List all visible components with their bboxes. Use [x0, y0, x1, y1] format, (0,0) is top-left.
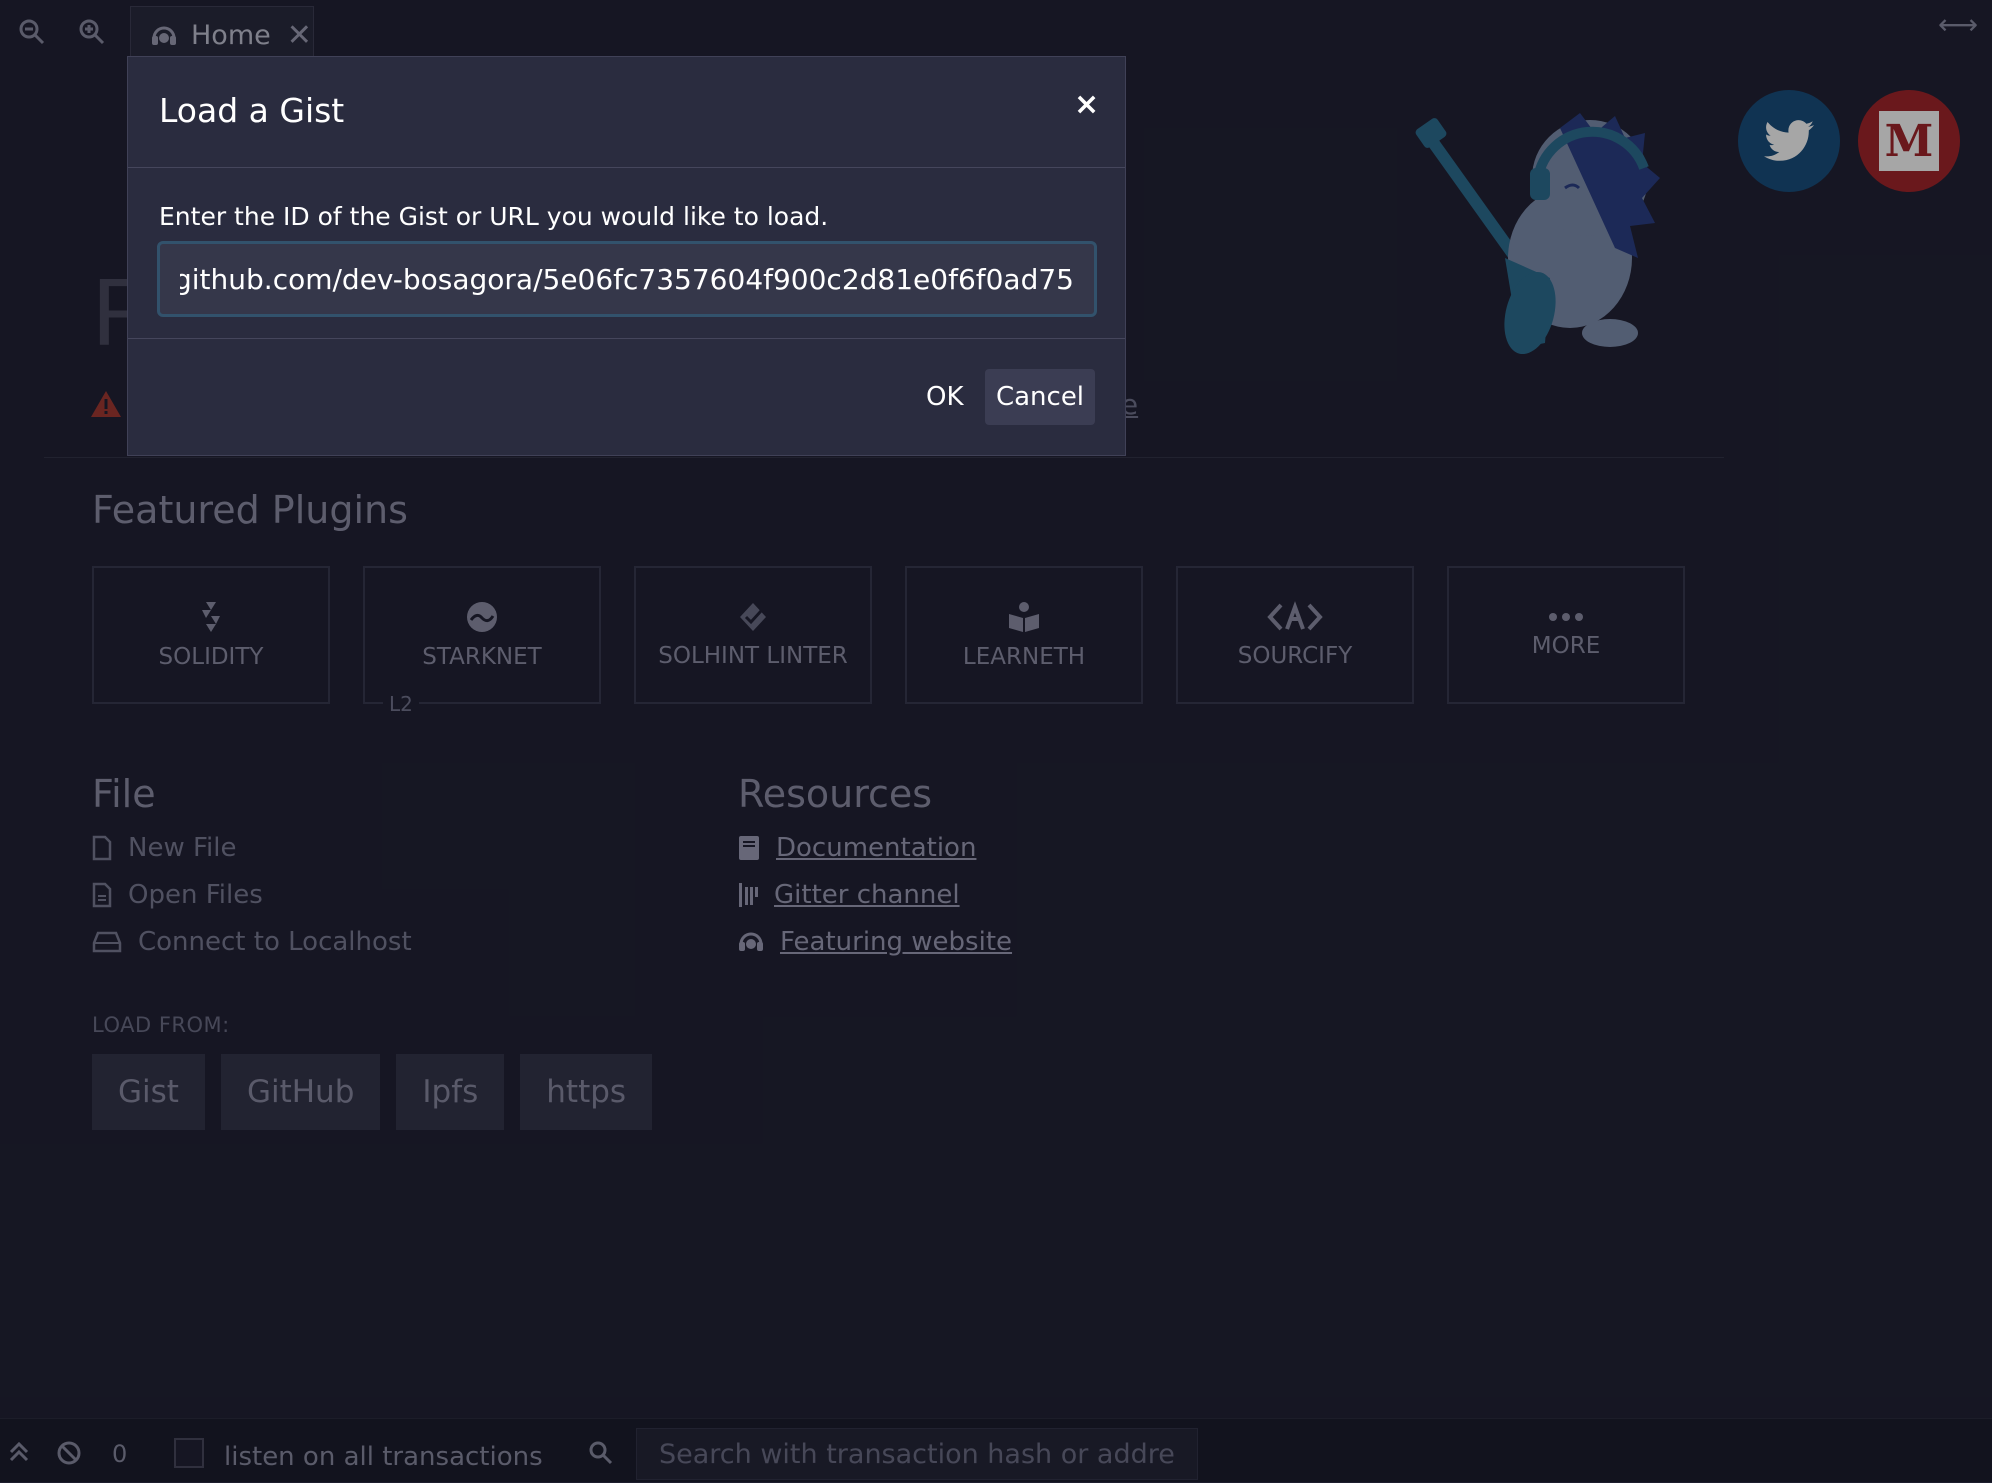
close-icon[interactable]: × — [1074, 87, 1099, 122]
cancel-button[interactable]: Cancel — [985, 369, 1095, 425]
dialog-prompt: Enter the ID of the Gist or URL you woul… — [159, 202, 829, 231]
dialog-footer: OK Cancel — [128, 339, 1125, 457]
gist-url-input[interactable] — [157, 241, 1097, 317]
dialog-body: Enter the ID of the Gist or URL you woul… — [128, 168, 1125, 339]
ok-button[interactable]: OK — [908, 369, 982, 425]
load-gist-dialog: Load a Gist × Enter the ID of the Gist o… — [127, 56, 1126, 456]
dialog-title: Load a Gist — [159, 91, 345, 130]
dialog-header: Load a Gist × — [128, 57, 1125, 168]
